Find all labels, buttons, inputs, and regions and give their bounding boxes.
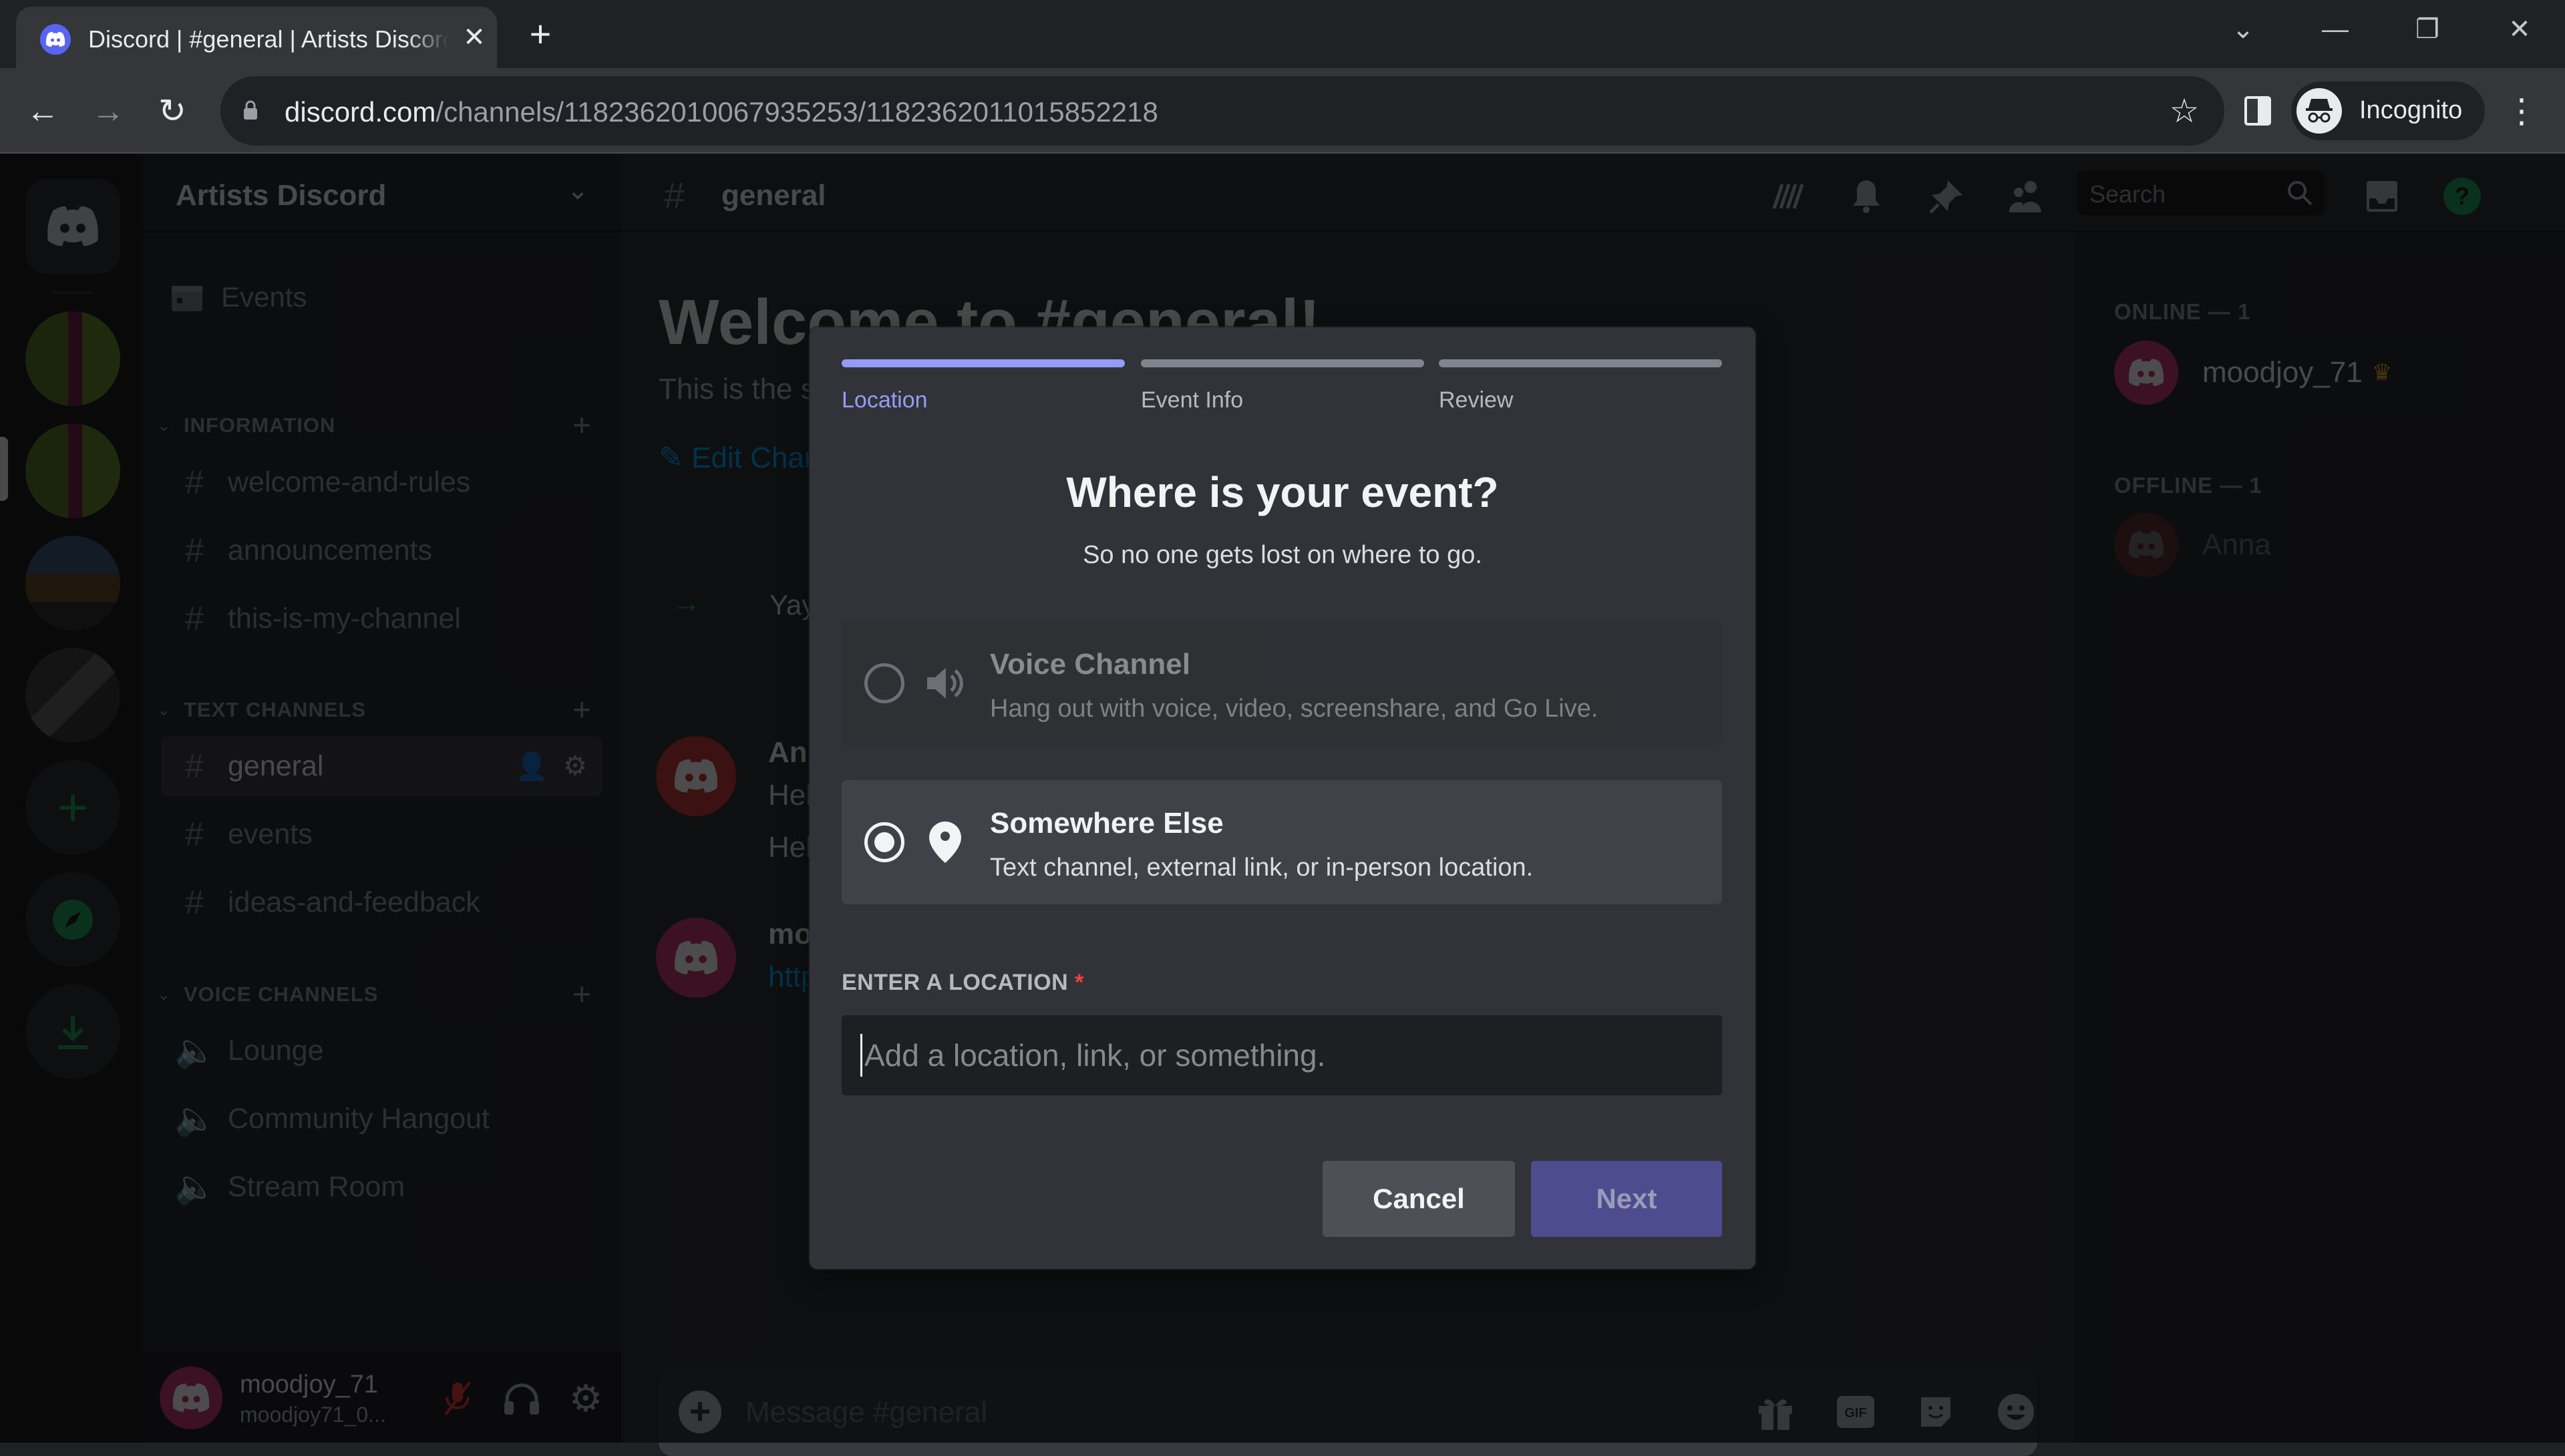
next-button[interactable]: Next	[1531, 1161, 1722, 1237]
tab-title: Discord | #general | Artists Discord	[88, 25, 449, 53]
cancel-button[interactable]: Cancel	[1323, 1161, 1515, 1237]
incognito-icon	[2296, 88, 2342, 134]
step-review: Review	[1439, 359, 1722, 413]
option-title: Somewhere Else	[990, 807, 1224, 840]
radio-selected-dot	[874, 832, 894, 852]
modal-subtitle: So no one gets lost on where to go.	[1083, 541, 1482, 569]
location-field-label: ENTER A LOCATION *	[842, 970, 1084, 996]
incognito-label: Incognito	[2359, 96, 2463, 124]
browser-tabstrip: Discord | #general | Artists Discord ✕ +…	[0, 0, 2565, 68]
url-host: discord.com	[285, 96, 436, 128]
location-label-text: ENTER A LOCATION	[842, 970, 1069, 995]
incognito-profile-button[interactable]: Incognito	[2291, 81, 2485, 140]
browser-toolbar: ← → ↻ discord.com/channels/1182362010067…	[0, 68, 2565, 154]
bookmark-star-icon[interactable]: ☆	[2164, 91, 2204, 131]
address-bar[interactable]: discord.com/channels/1182362010067935253…	[220, 76, 2224, 146]
url-path: /channels/1182362010067935253/1182362011…	[436, 96, 1158, 128]
radio-somewhere-else[interactable]	[864, 822, 904, 862]
step-event-info: Event Info	[1141, 359, 1424, 413]
step-progress-bar	[842, 359, 1125, 367]
close-window-button[interactable]: ✕	[2500, 9, 2540, 49]
option-title: Voice Channel	[990, 648, 1190, 681]
restore-button[interactable]: ❐	[2407, 9, 2447, 49]
required-asterisk: *	[1075, 970, 1084, 995]
step-label: Location	[842, 387, 928, 413]
modal-title: Where is your event?	[1066, 468, 1499, 516]
step-location: Location	[842, 359, 1125, 413]
step-progress-bar	[1141, 359, 1424, 367]
lock-icon	[244, 100, 257, 120]
location-input[interactable]	[842, 1015, 1722, 1095]
reload-button[interactable]: ↻	[148, 87, 196, 135]
option-voice-channel[interactable]: Voice Channel Hang out with voice, video…	[842, 621, 1722, 745]
radio-voice-channel[interactable]	[864, 663, 904, 703]
step-label: Event Info	[1141, 387, 1244, 413]
side-panel-icon[interactable]	[2238, 91, 2278, 131]
text-cursor	[860, 1034, 862, 1077]
minimize-button[interactable]: —	[2315, 9, 2355, 49]
tab-search-chevron-icon[interactable]: ⌄	[2223, 9, 2263, 49]
speaker-icon	[924, 661, 966, 705]
discord-favicon-icon	[40, 24, 71, 55]
create-event-modal: Location Event Info Review Where is your…	[810, 327, 1755, 1269]
option-description: Hang out with voice, video, screenshare,…	[990, 695, 1598, 723]
tab-close-icon[interactable]: ✕	[457, 20, 492, 55]
new-tab-button[interactable]: +	[521, 15, 560, 56]
browser-tab[interactable]: Discord | #general | Artists Discord ✕	[16, 7, 497, 68]
browser-menu-icon[interactable]: ⋮	[2502, 89, 2542, 132]
back-button[interactable]: ←	[19, 87, 67, 135]
forward-button[interactable]: →	[84, 87, 132, 135]
step-label: Review	[1439, 387, 1514, 413]
step-progress-bar	[1439, 359, 1722, 367]
option-somewhere-else[interactable]: Somewhere Else Text channel, external li…	[842, 780, 1722, 904]
option-description: Text channel, external link, or in-perso…	[990, 854, 1534, 882]
url-text[interactable]: discord.com/channels/1182362010067935253…	[285, 96, 1158, 128]
location-pin-icon	[924, 820, 966, 864]
